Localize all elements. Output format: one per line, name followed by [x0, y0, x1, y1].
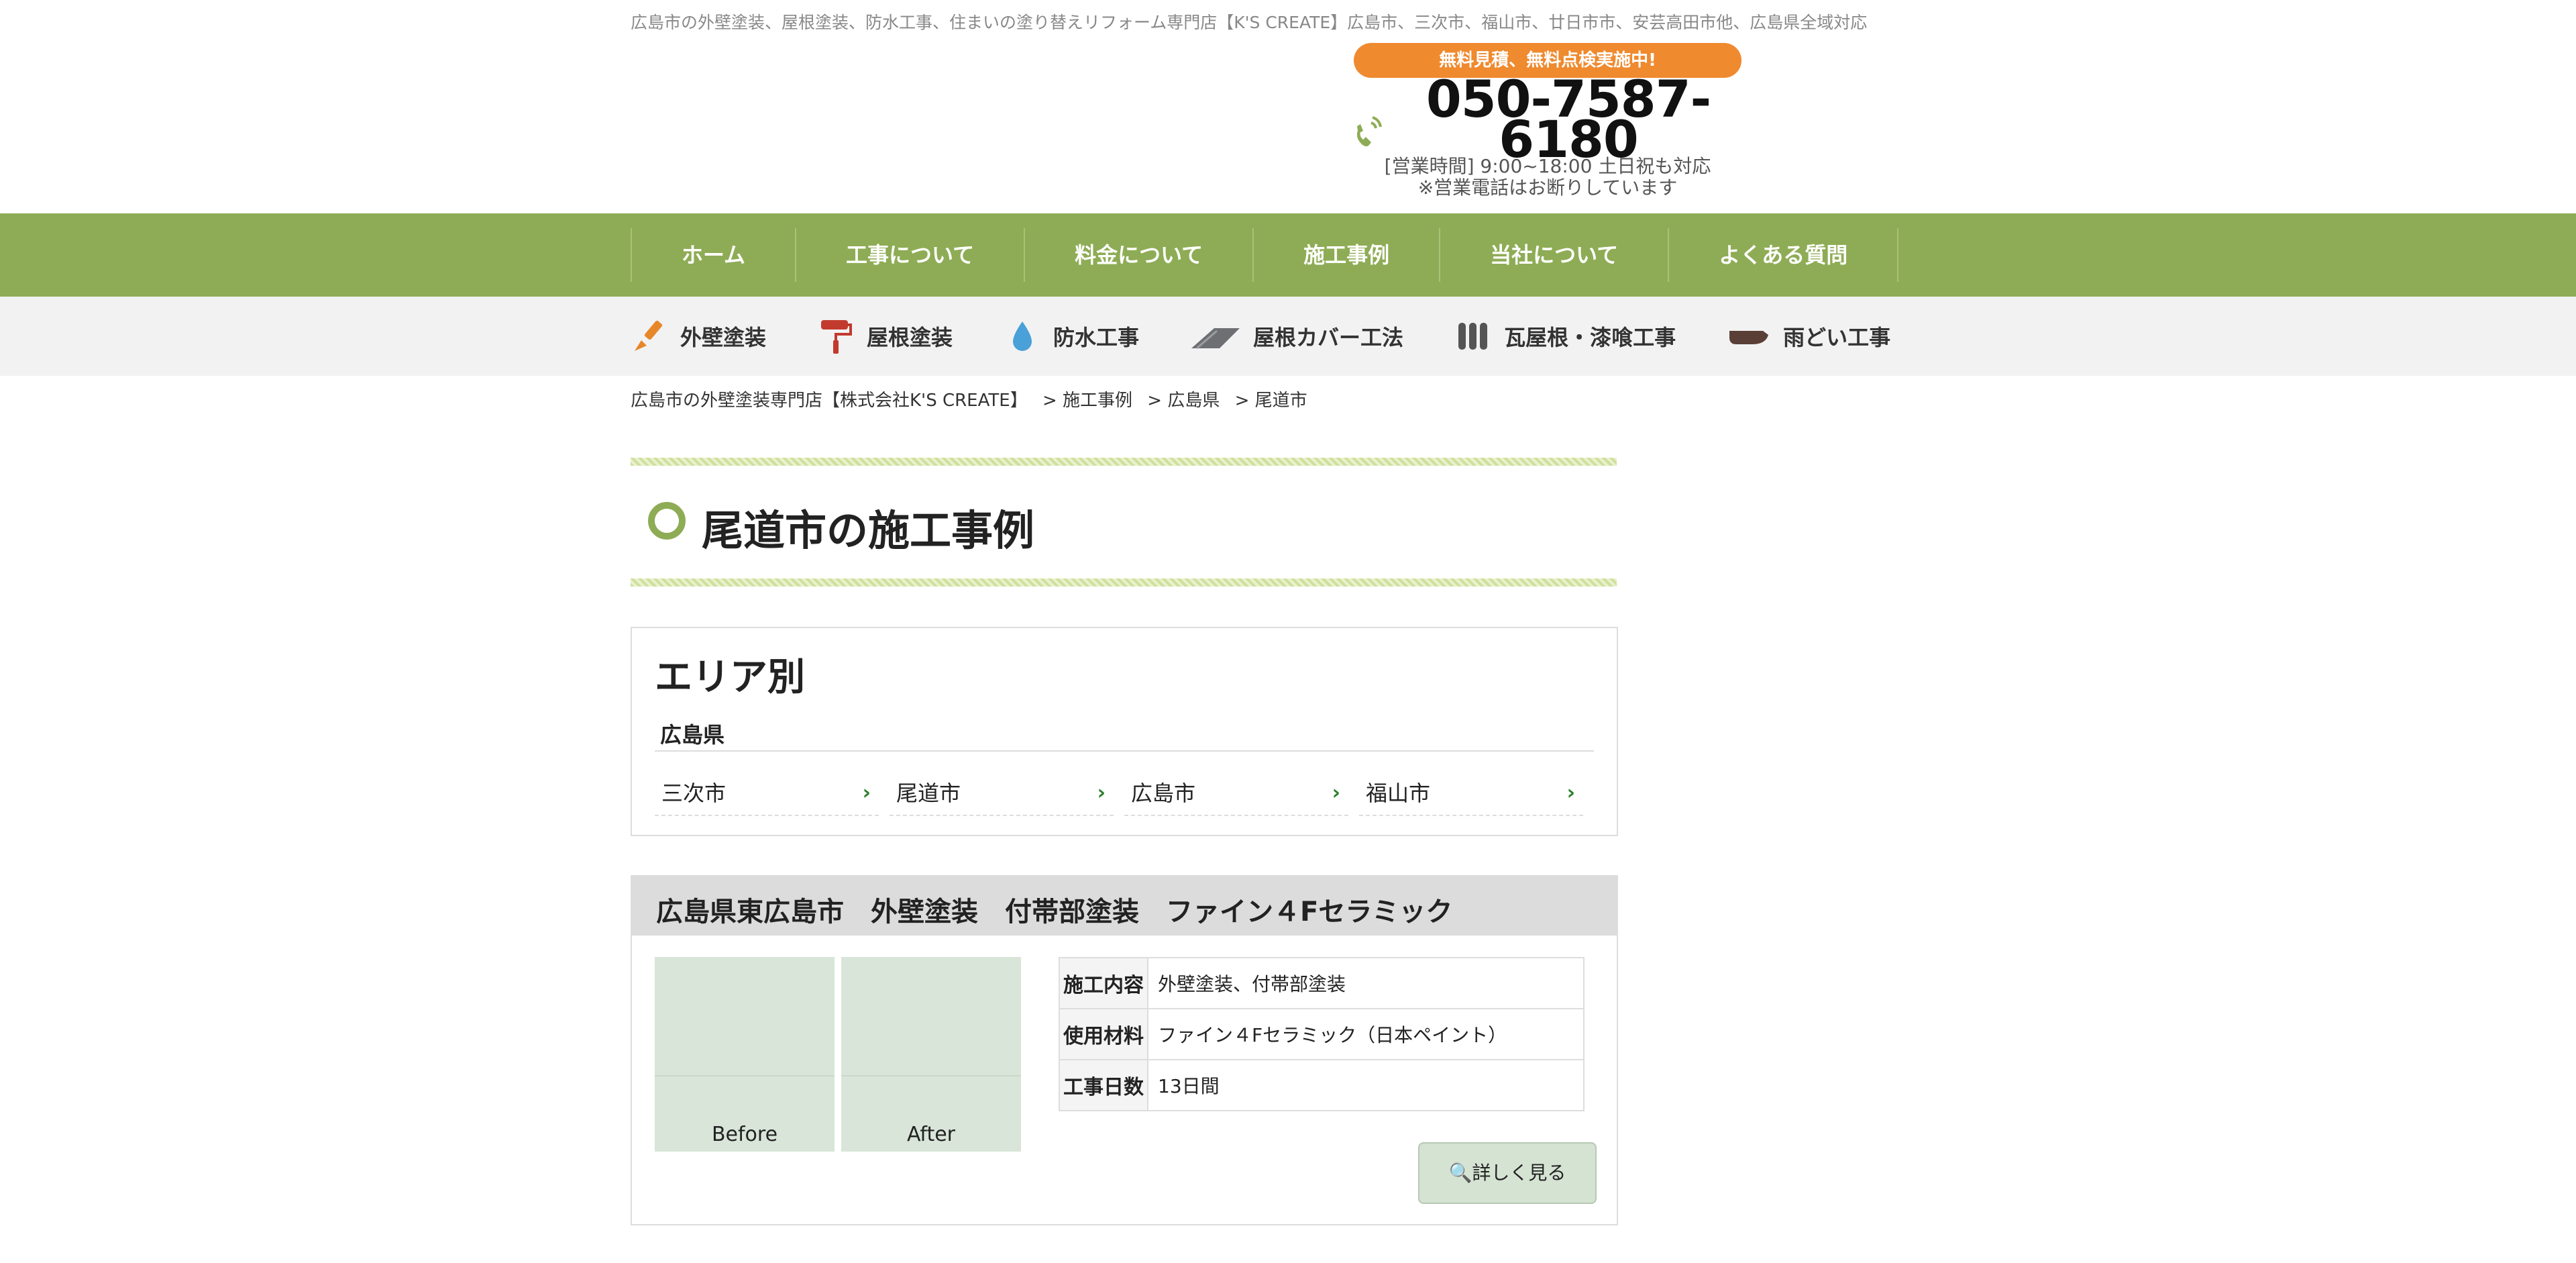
paint-roller-icon [821, 320, 853, 354]
area-link-label: 尾道市 [896, 780, 961, 806]
case-title[interactable]: 広島県東広島市 外壁塗装 付帯部塗装 ファイン４Fセラミック [656, 890, 1452, 929]
spec-value: 13日間 [1147, 1059, 1585, 1111]
site-tagline: 広島市の外壁塗装、屋根塗装、防水工事、住まいの塗り替えリフォーム専門店【K'S … [631, 13, 1868, 32]
title-stripe-bottom [631, 578, 1617, 587]
nav-construction[interactable]: 工事について [795, 228, 1024, 282]
phone-icon [1352, 111, 1387, 148]
prefecture-heading: 広島県 [660, 722, 725, 748]
case-header: 広島県東広島市 外壁塗装 付帯部塗装 ファイン４Fセラミック [632, 876, 1617, 936]
area-link-hiroshima[interactable]: 広島市 › [1124, 776, 1348, 816]
area-link-label: 福山市 [1366, 780, 1431, 806]
breadcrumb-cases[interactable]: > 施工事例 [1042, 391, 1132, 411]
before-image[interactable]: Before [655, 957, 835, 1152]
area-link-label: 三次市 [661, 780, 727, 806]
main-nav: ホーム 工事について 料金について 施工事例 当社について よくある質問 [0, 213, 2576, 305]
nav-home[interactable]: ホーム [631, 228, 795, 282]
service-gutter[interactable]: 雨どい工事 [1727, 317, 1890, 355]
view-details-label: 詳しく見る [1472, 1162, 1566, 1184]
title-stripe-top [631, 458, 1617, 466]
spec-label: 施工内容 [1059, 957, 1148, 1009]
no-sales-calls-note: ※営業電話はお断りしています [1417, 176, 1678, 199]
service-roof-paint[interactable]: 屋根塗装 [817, 317, 953, 355]
service-label: 屋根塗装 [867, 325, 953, 350]
divider [655, 750, 1594, 752]
area-link-onomichi[interactable]: 尾道市 › [890, 776, 1114, 816]
business-hours: [営業時間] 9:00~18:00 土日祝も対応 ※営業電話はお断りしています [1354, 156, 1741, 199]
nav-pricing[interactable]: 料金について [1024, 228, 1252, 282]
service-label: 外壁塗装 [680, 325, 767, 350]
after-label: After [906, 1123, 956, 1146]
search-icon: 🔍 [1448, 1162, 1472, 1184]
table-row: 工事日数 13日間 [1059, 1059, 1585, 1111]
service-label: 防水工事 [1053, 325, 1140, 350]
breadcrumb-current: > 尾道市 [1234, 391, 1307, 411]
view-details-button[interactable]: 🔍詳しく見る [1418, 1142, 1597, 1204]
spec-label: 使用材料 [1059, 1008, 1148, 1060]
service-tile-roof[interactable]: 瓦屋根・漆喰工事 [1454, 317, 1676, 355]
after-image[interactable]: After [841, 957, 1021, 1152]
table-row: 使用材料 ファイン４Fセラミック（日本ペイント） [1059, 1008, 1585, 1060]
roof-tile-icon [1458, 323, 1488, 350]
area-filter-panel: エリア別 広島県 三次市 › 尾道市 › 広島市 › 福山市 › [631, 627, 1618, 836]
spec-label: 工事日数 [1059, 1059, 1148, 1111]
breadcrumb: 広島市の外壁塗装専門店【株式会社K'S CREATE】 > 施工事例 > 広島県… [631, 387, 1317, 411]
area-heading: エリア別 [655, 656, 805, 699]
title-circle-icon [648, 502, 686, 540]
service-label: 瓦屋根・漆喰工事 [1504, 325, 1676, 350]
service-exterior-wall[interactable]: 外壁塗装 [631, 317, 766, 355]
case-card: 広島県東広島市 外壁塗装 付帯部塗装 ファイン４Fセラミック Before Af… [631, 875, 1618, 1225]
case-spec-table: 施工内容 外壁塗装、付帯部塗装 使用材料 ファイン４Fセラミック（日本ペイント） 工… [1059, 957, 1585, 1111]
breadcrumb-prefecture[interactable]: > 広島県 [1147, 391, 1220, 411]
table-row: 施工内容 外壁塗装、付帯部塗装 [1059, 957, 1585, 1009]
service-label: 屋根カバー工法 [1253, 325, 1404, 350]
chevron-right-icon: › [1566, 781, 1575, 805]
nav-faq[interactable]: よくある質問 [1668, 228, 1899, 282]
page-title-block: 尾道市の施工事例 [631, 458, 1617, 587]
nav-cases[interactable]: 施工事例 [1252, 228, 1439, 282]
area-link-label: 広島市 [1131, 780, 1196, 806]
rain-gutter-icon [1729, 331, 1769, 344]
chevron-right-icon: › [862, 781, 871, 805]
service-label: 雨どい工事 [1783, 325, 1891, 350]
chevron-right-icon: › [1097, 781, 1106, 805]
hours-line: [営業時間] 9:00~18:00 土日祝も対応 [1384, 155, 1711, 177]
nav-company[interactable]: 当社について [1439, 228, 1668, 282]
spec-value: ファイン４Fセラミック（日本ペイント） [1147, 1008, 1585, 1060]
area-link-miyoshi[interactable]: 三次市 › [655, 776, 879, 816]
before-label: Before [711, 1123, 778, 1146]
phone-number[interactable]: 050-7587-6180 [1421, 74, 1716, 165]
chevron-right-icon: › [1332, 781, 1340, 805]
service-waterproof[interactable]: 防水工事 [1004, 317, 1139, 355]
roof-icon [1191, 328, 1240, 350]
area-link-fukuyama[interactable]: 福山市 › [1359, 776, 1583, 816]
service-roof-cover[interactable]: 屋根カバー工法 [1190, 317, 1403, 355]
spec-value: 外壁塗装、付帯部塗装 [1147, 957, 1585, 1009]
paintbrush-icon [635, 320, 663, 351]
breadcrumb-home[interactable]: 広島市の外壁塗装専門店【株式会社K'S CREATE】 [631, 391, 1028, 411]
page-title: 尾道市の施工事例 [702, 506, 1035, 555]
water-drop-icon [1013, 321, 1032, 351]
service-nav: 外壁塗装 屋根塗装 防水工事 屋根カバー工法 瓦屋根・漆喰工事 雨どい工事 [0, 297, 2576, 376]
